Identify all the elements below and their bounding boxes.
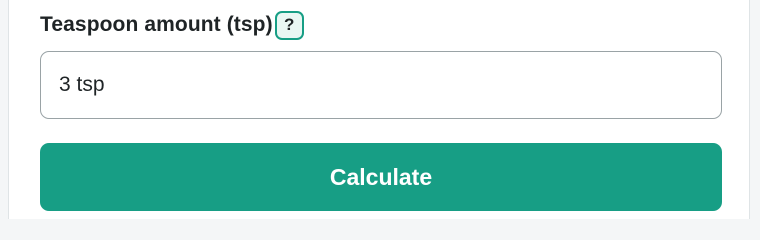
calculate-button[interactable]: Calculate xyxy=(40,143,722,211)
teaspoon-amount-field xyxy=(40,51,722,119)
help-question-mark-icon[interactable]: ? xyxy=(274,10,304,40)
teaspoon-amount-label: Teaspoon amount (tsp) xyxy=(40,13,273,36)
calculator-card: Teaspoon amount (tsp) ? Calculate xyxy=(8,0,750,219)
field-label-row: Teaspoon amount (tsp) ? xyxy=(40,9,304,41)
teaspoon-amount-input[interactable] xyxy=(41,52,721,118)
